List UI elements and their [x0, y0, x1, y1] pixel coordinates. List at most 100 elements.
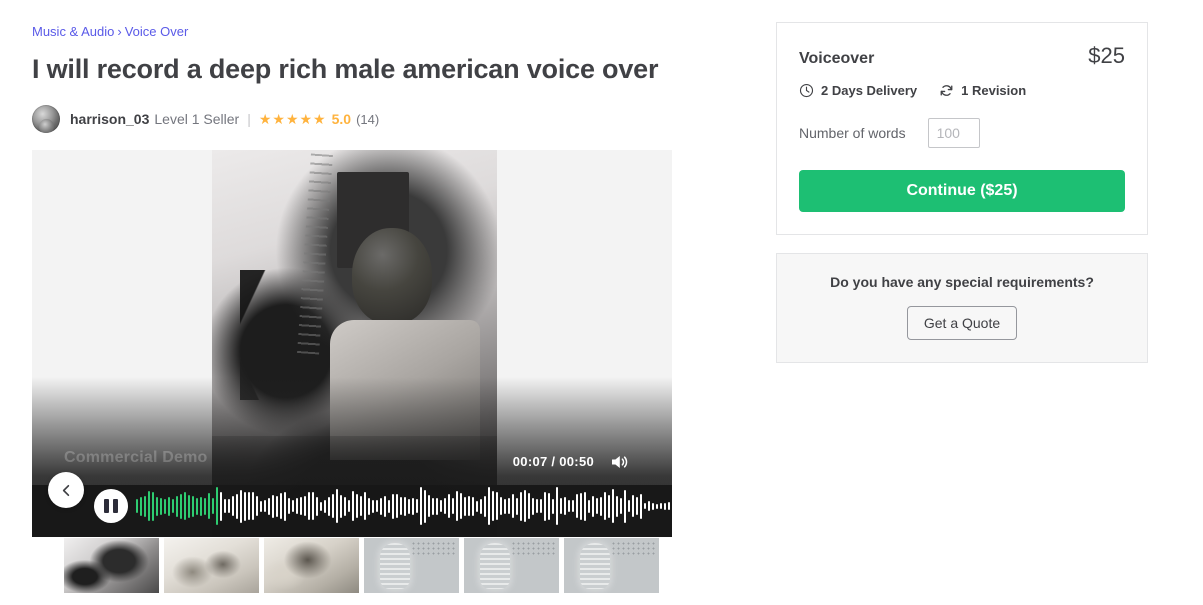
waveform-bar [208, 493, 210, 520]
waveform-bar [668, 502, 670, 511]
waveform-bar [508, 498, 510, 515]
waveform-bar [516, 497, 518, 515]
waveform-bar [428, 495, 430, 518]
waveform-bar [232, 496, 234, 517]
waveform-bar [308, 492, 310, 521]
waveform-bar [512, 494, 514, 519]
breadcrumb-separator: › [117, 24, 122, 39]
waveform-bar [620, 498, 622, 515]
waveform-bar [392, 493, 394, 519]
package-meta-row: 2 Days Delivery 1 Revision [799, 83, 1125, 98]
seller-level: Level 1 Seller [154, 111, 240, 128]
waveform-bar [196, 497, 198, 515]
word-count-row: Number of words [799, 118, 1125, 148]
waveform-bar [464, 496, 466, 516]
waveform-bar [324, 499, 326, 513]
waveform-bar [376, 500, 378, 513]
thumbnail-dots-pattern [411, 541, 455, 557]
photo-detail-person-head [352, 228, 432, 325]
gallery-prev-button[interactable] [48, 472, 84, 509]
waveform-bar [252, 492, 254, 521]
waveform-bar [320, 501, 322, 511]
gallery-thumbnail-1[interactable] [64, 538, 159, 593]
waveform-bar [304, 496, 306, 517]
waveform-bar [148, 491, 150, 522]
waveform-bar [160, 497, 162, 515]
waveform-bar [272, 494, 274, 518]
waveform-bar [408, 498, 410, 514]
waveform-bar [552, 498, 554, 514]
waveform-bar [488, 487, 490, 526]
waveform-bar [300, 497, 302, 516]
gallery-thumbnail-3[interactable] [264, 538, 359, 593]
waveform-bar [356, 494, 358, 519]
waveform-bar [468, 496, 470, 517]
audio-waveform[interactable] [136, 485, 672, 527]
seller-name[interactable]: harrison_03 [70, 111, 149, 127]
waveform-bar [656, 503, 658, 509]
breadcrumb-link-voice-over[interactable]: Voice Over [125, 24, 189, 39]
gallery-thumbnail-4[interactable] [364, 538, 459, 593]
rating-value: 5.0 [331, 111, 352, 128]
microphone-icon [380, 543, 410, 589]
special-requirements-card: Do you have any special requirements? Ge… [776, 253, 1148, 363]
waveform-bar [156, 496, 158, 516]
waveform-bar [444, 498, 446, 515]
waveform-bar [648, 501, 650, 512]
special-requirements-title: Do you have any special requirements? [830, 274, 1094, 290]
gallery-thumbnail-6[interactable] [564, 538, 659, 593]
waveform-bar [260, 500, 262, 512]
avatar[interactable] [32, 105, 60, 134]
waveform-bar [628, 500, 630, 513]
rating-count: (14) [356, 111, 380, 127]
waveform-bar [404, 496, 406, 516]
waveform-bar [576, 494, 578, 519]
waveform-bar [276, 495, 278, 517]
waveform-bar [340, 494, 342, 518]
audio-track-title: Commercial Demo [64, 449, 208, 467]
waveform-bar [236, 493, 238, 519]
waveform-bar [188, 494, 190, 518]
revisions-label: 1 Revision [961, 83, 1027, 98]
waveform-bar [456, 491, 458, 522]
play-pause-button[interactable] [94, 489, 128, 524]
waveform-bar [584, 491, 586, 521]
breadcrumb: Music & Audio › Voice Over [32, 0, 672, 40]
breadcrumb-link-music-audio[interactable]: Music & Audio [32, 24, 114, 39]
gallery-main-image[interactable] [212, 150, 497, 538]
waveform-bar [592, 495, 594, 517]
gig-main-column: Music & Audio › Voice Over I will record a… [32, 0, 672, 593]
pause-icon-bar-right [113, 499, 118, 514]
waveform-bar [164, 498, 166, 514]
volume-icon[interactable] [610, 453, 630, 471]
waveform-bar [244, 491, 246, 521]
waveform-bar [496, 492, 498, 521]
get-a-quote-button[interactable]: Get a Quote [906, 306, 1018, 340]
waveform-bar [264, 500, 266, 513]
waveform-bar [212, 498, 214, 515]
delivery-time-label: 2 Days Delivery [821, 83, 918, 98]
waveform-bar [652, 502, 654, 510]
waveform-bar [344, 496, 346, 516]
waveform-bar [372, 499, 374, 513]
waveform-bar [200, 496, 202, 516]
microphone-icon [580, 543, 610, 589]
word-count-input[interactable] [927, 118, 980, 148]
package-price: $25 [1088, 43, 1125, 68]
waveform-bar [388, 499, 390, 513]
audio-time-display: 00:07 / 00:50 [512, 454, 594, 470]
gallery-thumbnail-2[interactable] [164, 538, 259, 593]
waveform-bar [292, 500, 294, 513]
waveform-bar [612, 489, 614, 524]
waveform-bar [432, 497, 434, 515]
waveform-bar [528, 493, 530, 520]
waveform-bar [168, 496, 170, 516]
continue-button[interactable]: Continue ($25) [799, 170, 1125, 212]
refresh-icon [940, 85, 953, 96]
waveform-bar [180, 493, 182, 519]
waveform-bar [328, 496, 330, 516]
gallery-thumbnail-5[interactable] [464, 538, 559, 593]
waveform-bar [416, 499, 418, 514]
microphone-icon [480, 543, 510, 589]
waveform-bar [220, 491, 222, 521]
